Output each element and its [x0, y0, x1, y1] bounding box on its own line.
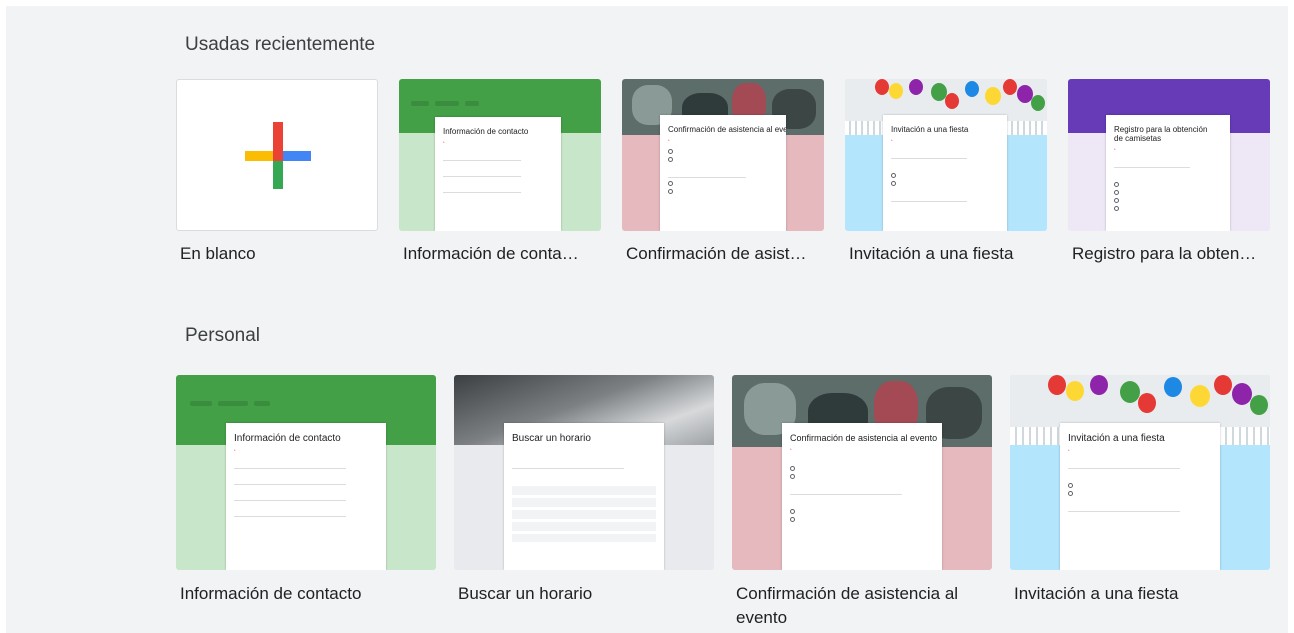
form-preview: Invitación a una fiesta * [883, 115, 1007, 231]
template-thumbnail[interactable]: Información de contacto * [176, 375, 436, 570]
form-title: Información de contacto [443, 127, 529, 136]
form-required-note: * [443, 140, 445, 145]
template-thumbnail[interactable]: Confirmación de asistencia al evento * [622, 79, 824, 231]
plus-icon [245, 122, 311, 189]
form-title: Registro para la obtención de camisetas [1114, 125, 1208, 143]
template-label: Registro para la obten… [1072, 244, 1257, 263]
form-preview: Buscar un horario [504, 423, 664, 570]
template-label: Buscar un horario [458, 584, 593, 603]
form-preview: Confirmación de asistencia al evento * [660, 115, 786, 231]
form-preview: Registro para la obtención de camisetas … [1106, 115, 1230, 231]
form-preview: Invitación a una fiesta * [1060, 423, 1220, 570]
form-title: Invitación a una fiesta [1068, 433, 1165, 444]
form-title: Invitación a una fiesta [891, 125, 969, 134]
template-label: Información de contacto [180, 584, 362, 603]
form-preview: Información de contacto * [435, 117, 561, 231]
form-question [443, 151, 561, 156]
template-label: Confirmación de asistencia al evento [736, 584, 959, 627]
form-question [443, 183, 561, 188]
form-preview: Confirmación de asistencia al evento * [782, 423, 942, 570]
form-title: Información de contacto [234, 433, 341, 444]
template-thumbnail[interactable]: Invitación a una fiesta * [845, 79, 1047, 231]
template-thumbnail[interactable] [176, 79, 378, 231]
form-title: Confirmación de asistencia al evento [790, 433, 938, 443]
section-title-personal: Personal [185, 325, 260, 346]
template-label: En blanco [180, 244, 256, 263]
form-required-note: * [668, 138, 670, 143]
template-label: Confirmación de asist… [626, 244, 807, 263]
template-label: Información de conta… [403, 244, 579, 263]
template-thumbnail[interactable]: Invitación a una fiesta * [1010, 375, 1270, 570]
form-title: Buscar un horario [512, 433, 591, 444]
template-thumbnail[interactable]: Registro para la obtención de camisetas … [1068, 79, 1270, 231]
template-thumbnail[interactable]: Información de contacto * [399, 79, 601, 231]
template-label: Invitación a una fiesta [1014, 584, 1179, 603]
form-question [443, 167, 561, 172]
template-thumbnail[interactable]: Confirmación de asistencia al evento * [732, 375, 992, 570]
template-thumbnail[interactable]: Buscar un horario [454, 375, 714, 570]
form-title: Confirmación de asistencia al evento [668, 125, 786, 134]
section-title-recent: Usadas recientemente [185, 34, 376, 55]
template-label: Invitación a una fiesta [849, 244, 1014, 263]
form-preview: Información de contacto * [226, 423, 386, 570]
